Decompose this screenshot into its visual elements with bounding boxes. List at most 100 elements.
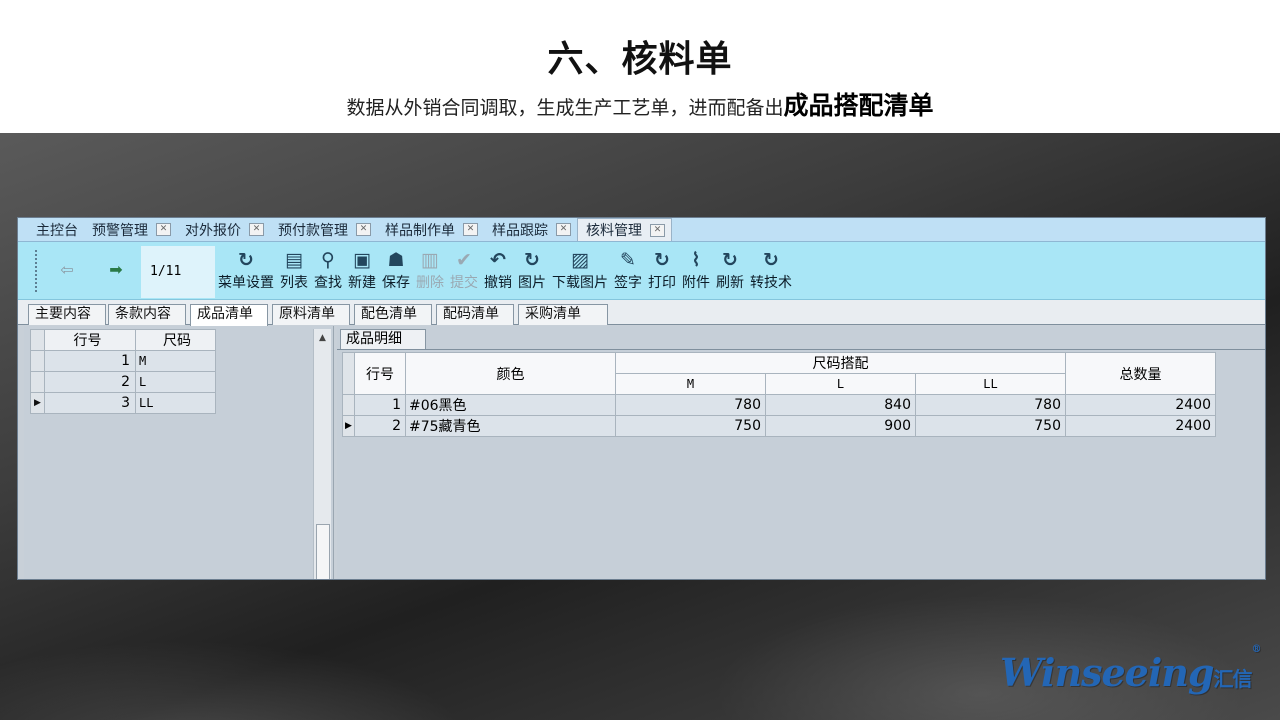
delete-icon: ▥	[421, 249, 439, 271]
button-label: 提交	[450, 275, 478, 291]
row-indicator[interactable]	[30, 350, 45, 372]
toolbar-buttons: ↻ 菜单设置 ▤ 列表 ⚲ 查找 ▣ 新建 ☗ 保存 ▥ 删除 ✔ 提交 ↶ 撤销 ↻ 图片 ▨ 下…	[218, 248, 798, 292]
next-record-icon[interactable]: ➡	[105, 260, 127, 280]
row-indicator	[30, 329, 45, 351]
undo-button[interactable]: ↶ 撤销	[484, 248, 512, 292]
submit-button[interactable]: ✔ 提交	[450, 248, 478, 292]
new-button[interactable]: ▣ 新建	[348, 248, 376, 292]
row-no-cell[interactable]: 2	[44, 371, 136, 393]
toolbar-grip[interactable]	[35, 250, 37, 292]
row-no-cell[interactable]: 2	[354, 415, 406, 437]
row-indicator[interactable]	[30, 371, 45, 393]
logo-cn-text: 汇信	[1213, 667, 1252, 691]
list-button[interactable]: ▤ 列表	[280, 248, 308, 292]
table-row[interactable]: ▶ 3 LL	[30, 392, 216, 414]
row-indicator[interactable]	[342, 394, 355, 416]
grid-header-row: 行号 颜色 尺码搭配 总数量	[342, 352, 1216, 395]
search-icon: ⚲	[321, 249, 335, 271]
column-header-size-m[interactable]: M	[615, 373, 766, 395]
button-label: 图片	[518, 275, 546, 291]
total-cell[interactable]: 2400	[1065, 394, 1216, 416]
tab-finished-goods[interactable]: 成品清单	[190, 304, 268, 326]
transfer-tech-button[interactable]: ↻ 转技术	[750, 248, 792, 292]
save-button[interactable]: ☗ 保存	[382, 248, 410, 292]
tab-color-matching[interactable]: 配色清单	[354, 304, 432, 325]
close-icon[interactable]: ✕	[156, 223, 171, 236]
tab-sample-making[interactable]: 样品制作单 ✕	[377, 218, 484, 241]
tab-label: 样品跟踪	[492, 222, 548, 239]
refresh-button[interactable]: ↻ 刷新	[716, 248, 744, 292]
image-button[interactable]: ↻ 图片	[518, 248, 546, 292]
tab-main-console[interactable]: 主控台	[28, 218, 84, 241]
tab-prepayment[interactable]: 预付款管理 ✕	[270, 218, 377, 241]
column-header-color[interactable]: 颜色	[405, 352, 616, 395]
previous-record-icon[interactable]: ⇦	[56, 260, 78, 280]
tab-label: 预付款管理	[278, 222, 348, 239]
size-cell[interactable]: LL	[135, 392, 216, 414]
table-row[interactable]: ▶ 2 #75藏青色 750 900 750 2400	[342, 415, 1216, 437]
table-row[interactable]: 2 L	[30, 371, 216, 393]
qty-m-cell[interactable]: 750	[615, 415, 766, 437]
table-row[interactable]: 1 #06黑色 780 840 780 2400	[342, 394, 1216, 416]
row-no-cell[interactable]: 1	[44, 350, 136, 372]
attachment-button[interactable]: ⌇ 附件	[682, 248, 710, 292]
button-label: 新建	[348, 275, 376, 291]
column-header-size-l[interactable]: L	[765, 373, 916, 395]
submit-icon: ✔	[456, 249, 472, 271]
tab-alert-management[interactable]: 预警管理 ✕	[84, 218, 177, 241]
download-image-button[interactable]: ▨ 下载图片	[552, 248, 608, 292]
tab-terms[interactable]: 条款内容	[108, 304, 186, 325]
close-icon[interactable]: ✕	[356, 223, 371, 236]
table-row[interactable]: 1 M	[30, 350, 216, 372]
column-header-row-no[interactable]: 行号	[354, 352, 406, 395]
column-group-size-match[interactable]: 尺码搭配	[615, 352, 1066, 374]
column-header-size[interactable]: 尺码	[135, 329, 216, 351]
close-icon[interactable]: ✕	[556, 223, 571, 236]
tab-size-matching[interactable]: 配码清单	[436, 304, 514, 325]
current-row-arrow-icon[interactable]: ▶	[342, 415, 355, 437]
tab-purchasing[interactable]: 采购清单	[518, 304, 608, 325]
size-grid-header: 行号 尺码	[30, 329, 216, 351]
qty-ll-cell[interactable]: 780	[915, 394, 1066, 416]
close-icon[interactable]: ✕	[650, 223, 665, 237]
size-cell[interactable]: M	[135, 350, 216, 372]
winseeing-logo: Winseeing汇信 ®	[1000, 644, 1261, 695]
row-no-cell[interactable]: 1	[354, 394, 406, 416]
scroll-thumb[interactable]	[316, 524, 330, 579]
qty-l-cell[interactable]: 900	[765, 415, 916, 437]
print-button[interactable]: ↻ 打印	[648, 248, 676, 292]
slide-title: 六、核料单	[547, 39, 733, 80]
tab-main-content[interactable]: 主要内容	[28, 304, 106, 325]
sub-tab-bar: 主要内容 条款内容 成品清单 原料清单 配色清单 配码清单 采购清单	[18, 300, 1265, 326]
refresh-icon: ↻	[524, 249, 540, 271]
column-header-row-no[interactable]: 行号	[44, 329, 136, 351]
column-header-total[interactable]: 总数量	[1065, 352, 1216, 395]
color-cell[interactable]: #75藏青色	[405, 415, 616, 437]
tab-sample-tracking[interactable]: 样品跟踪 ✕	[484, 218, 577, 241]
find-button[interactable]: ⚲ 查找	[314, 248, 342, 292]
row-no-cell[interactable]: 3	[44, 392, 136, 414]
tab-finished-goods-detail[interactable]: 成品明细	[340, 329, 426, 349]
scroll-up-icon[interactable]: ▲	[314, 329, 331, 347]
qty-m-cell[interactable]: 780	[615, 394, 766, 416]
button-label: 撤销	[484, 275, 512, 291]
menu-settings-button[interactable]: ↻ 菜单设置	[218, 248, 274, 292]
column-header-size-ll[interactable]: LL	[915, 373, 1066, 395]
qty-ll-cell[interactable]: 750	[915, 415, 1066, 437]
total-cell[interactable]: 2400	[1065, 415, 1216, 437]
tab-material-check[interactable]: 核料管理 ✕	[577, 218, 672, 241]
current-row-arrow-icon[interactable]: ▶	[30, 392, 45, 414]
button-label: 附件	[682, 275, 710, 291]
tab-raw-materials[interactable]: 原料清单	[272, 304, 350, 325]
vertical-scrollbar[interactable]: ▲	[313, 329, 331, 579]
close-icon[interactable]: ✕	[249, 223, 264, 236]
sign-button[interactable]: ✎ 签字	[614, 248, 642, 292]
button-label: 下载图片	[552, 275, 608, 291]
color-cell[interactable]: #06黑色	[405, 394, 616, 416]
close-icon[interactable]: ✕	[463, 223, 478, 236]
delete-button[interactable]: ▥ 删除	[416, 248, 444, 292]
qty-l-cell[interactable]: 840	[765, 394, 916, 416]
undo-icon: ↶	[490, 249, 506, 271]
tab-external-quote[interactable]: 对外报价 ✕	[177, 218, 270, 241]
size-cell[interactable]: L	[135, 371, 216, 393]
